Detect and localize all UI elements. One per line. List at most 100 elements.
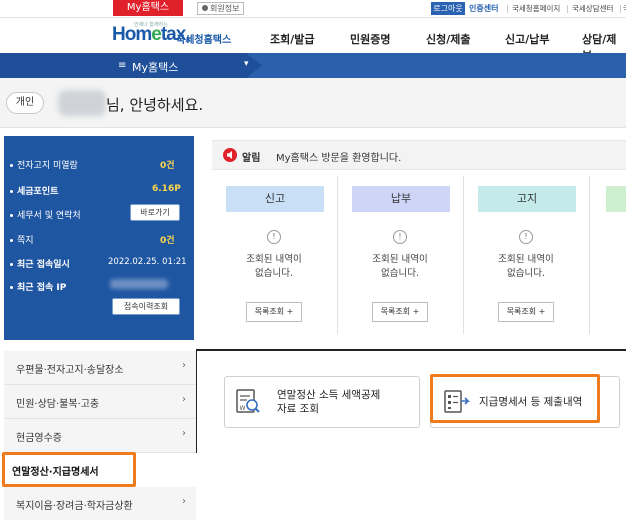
bullet-icon xyxy=(10,190,13,193)
highlight-payment-statement xyxy=(430,374,600,423)
card-empty-message: 조회된 내역이없습니다. xyxy=(466,253,586,281)
card-empty-message: 조회된 내역이없습니다. xyxy=(214,253,334,281)
logout-button[interactable]: 로그아웃 xyxy=(431,2,465,15)
empty-line: 조회된 내역이 xyxy=(498,254,554,265)
chevron-right-icon: › xyxy=(182,428,186,439)
divider xyxy=(620,5,621,13)
chevron-right-icon: › xyxy=(182,360,186,371)
bullet-icon xyxy=(10,263,13,266)
left-menu-label: 우편물·전자고지·송달장소 xyxy=(16,365,124,376)
left-menu-mail-notice[interactable]: 우편물·전자고지·송달장소 › xyxy=(4,351,196,385)
info-label-text: 전자고지 미열람 xyxy=(17,161,78,171)
left-menu-welfare[interactable]: 복지이음·장려금·학자금상환 › xyxy=(4,487,196,520)
notice-label: 알림 xyxy=(242,153,261,164)
last-login-datetime: 2022.02.25. 01:21 xyxy=(108,257,187,267)
info-label-tax-point: 세금포인트 xyxy=(10,184,58,197)
empty-line: 조회된 내역이 xyxy=(246,254,302,265)
status-card-partial xyxy=(594,176,626,334)
logo-korean: 국세청홈택스 xyxy=(176,35,232,46)
cert-center-link[interactable]: 인증센터 xyxy=(469,2,498,15)
deduction-data-inquiry-label: 연말정산 소득 세액공제자료 조회 xyxy=(277,388,380,416)
card-title: 납부 xyxy=(352,186,450,212)
gnb-certificate[interactable]: 민원증명 xyxy=(350,31,390,47)
gnb-apply-submit[interactable]: 신청/제출 xyxy=(426,31,471,47)
greeting-text: 님, 안녕하세요. xyxy=(106,96,204,114)
info-label-text: 최근 접속일시 xyxy=(17,260,70,270)
logo-part: e xyxy=(151,24,162,45)
chevron-right-icon: › xyxy=(182,394,186,405)
info-icon: ! xyxy=(519,230,533,244)
left-menu-cash-receipt[interactable]: 현금영수증 › xyxy=(4,419,196,453)
status-card-notice: 고지 ! 조회된 내역이없습니다. 목록조회 + xyxy=(466,176,590,334)
left-menu-label: 복지이음·장려금·학자금상환 xyxy=(16,501,133,512)
card-title-partial xyxy=(606,186,626,212)
bullet-icon xyxy=(10,239,13,242)
divider xyxy=(567,5,568,13)
member-info-link[interactable]: 회원정보 xyxy=(197,2,245,15)
document-search-icon: W xyxy=(236,389,260,413)
card-title: 고지 xyxy=(478,186,576,212)
left-menu-civil-appeal[interactable]: 민원·상담·불복·고충 › xyxy=(4,385,196,419)
user-type-badge: 개인 xyxy=(6,92,44,114)
tax-point-value[interactable]: 6.16P xyxy=(152,184,181,194)
nts-homepage-link[interactable]: 국세청홈페이지 xyxy=(512,2,560,15)
label-line: 자료 조회 xyxy=(277,403,319,415)
notice-bar xyxy=(212,140,626,170)
person-icon xyxy=(202,5,208,11)
status-card-report: 신고 ! 조회된 내역이없습니다. 목록조회 + xyxy=(214,176,338,334)
empty-line: 없습니다. xyxy=(507,268,545,279)
bullet-icon xyxy=(10,286,13,289)
deduction-data-inquiry-button[interactable]: W 연말정산 소득 세액공제자료 조회 xyxy=(224,376,420,428)
list-inquiry-button[interactable]: 목록조회 + xyxy=(498,302,554,322)
hamburger-icon: ≡ xyxy=(118,60,127,71)
left-menu-label: 현금영수증 xyxy=(16,433,62,444)
info-icon: ! xyxy=(267,230,281,244)
card-empty-message: 조회된 내역이없습니다. xyxy=(340,253,460,281)
info-label-text: 세금포인트 xyxy=(17,187,59,197)
bullet-icon xyxy=(10,164,13,167)
gnb-report-pay[interactable]: 신고/납부 xyxy=(505,31,550,47)
svg-text:W: W xyxy=(240,405,246,412)
empty-line: 조회된 내역이 xyxy=(372,254,428,265)
card-title: 신고 xyxy=(226,186,324,212)
info-label-last-login: 최근 접속일시 xyxy=(10,257,70,270)
message-count[interactable]: 0건 xyxy=(160,233,175,246)
divider xyxy=(507,5,508,13)
list-inquiry-button[interactable]: 목록조회 + xyxy=(246,302,302,322)
label-line: 연말정산 소득 세액공제 xyxy=(277,389,381,401)
info-label-message: 쪽지 xyxy=(10,233,34,246)
panel-top-border xyxy=(196,349,626,351)
hometax-logo[interactable]: 언제나 함께하는 Hometax, 국세청홈택스 xyxy=(112,22,237,50)
info-label-text: 세무서 및 연락처 xyxy=(17,211,81,221)
speaker-icon xyxy=(223,148,237,162)
member-info-label: 회원정보 xyxy=(210,4,240,13)
bullet-icon xyxy=(10,214,13,217)
info-label-text: 쪽지 xyxy=(17,236,34,246)
empty-line: 없습니다. xyxy=(381,268,419,279)
status-card-payment: 납부 ! 조회된 내역이없습니다. 목록조회 + xyxy=(340,176,464,334)
login-history-button[interactable]: 접속이력조회 xyxy=(112,298,180,315)
chevron-right-icon: › xyxy=(182,496,186,507)
empty-line: 없습니다. xyxy=(255,268,293,279)
gnb-inquiry-issue[interactable]: 조회/발급 xyxy=(270,31,315,47)
logo-part: Hom xyxy=(112,24,152,45)
nts-counsel-link[interactable]: 국세상담센터 xyxy=(572,2,613,15)
tax-office-goto-button[interactable]: 바로가기 xyxy=(130,204,180,221)
menu-title: My홈택스 xyxy=(132,61,179,74)
highlight-yearend-menu xyxy=(2,452,136,487)
info-label-last-ip: 최근 접속 IP xyxy=(10,280,66,293)
unread-notice-count[interactable]: 0건 xyxy=(160,158,175,171)
myhometax-menu-dropdown[interactable] xyxy=(0,53,262,78)
list-inquiry-button[interactable]: 목록조회 + xyxy=(372,302,428,322)
notice-text: My홈택스 방문을 환영합니다. xyxy=(276,153,402,164)
left-menu-label: 민원·상담·불복·고충 xyxy=(16,399,100,410)
info-label-tax-office: 세무서 및 연락처 xyxy=(10,208,81,221)
myhometax-tab[interactable]: My홈택스 xyxy=(113,0,183,16)
caret-down-icon: ▾ xyxy=(244,59,249,69)
info-label-text: 최근 접속 IP xyxy=(17,283,67,293)
info-icon: ! xyxy=(393,230,407,244)
last-ip-redacted xyxy=(110,279,168,289)
info-label-unread-notice: 전자고지 미열람 xyxy=(10,158,78,171)
panel-left-border xyxy=(196,349,197,453)
user-name-redacted xyxy=(58,90,106,116)
